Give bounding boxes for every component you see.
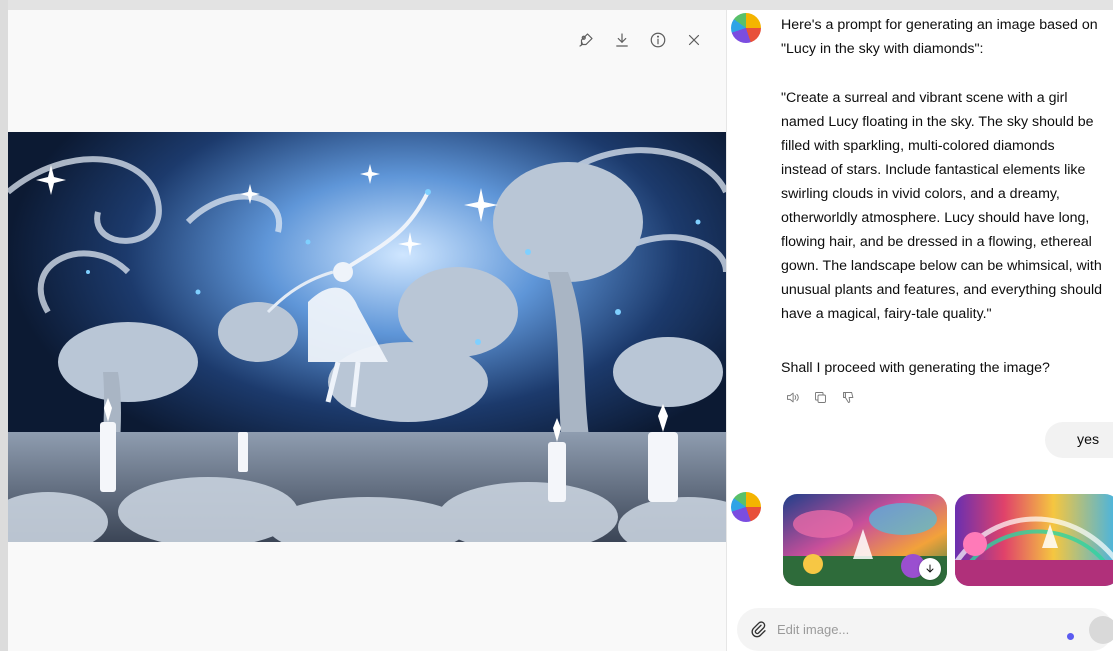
voice-indicator-dot (1067, 633, 1074, 640)
message-line: instead of stars. Include fantastical el… (781, 162, 1086, 178)
message-line: otherworldly atmosphere. Lucy should hav… (781, 210, 1090, 226)
window-top-edge (0, 0, 1113, 10)
close-icon (688, 34, 700, 46)
user-message: yes (1045, 422, 1113, 458)
message-line: swirling clouds in vivid colors, and a d… (781, 186, 1060, 202)
thumbs-down-icon (842, 391, 853, 403)
download-icon (616, 33, 628, 47)
chat-panel: Here's a prompt for generating an image … (727, 10, 1113, 651)
message-actions (783, 388, 857, 406)
copy-icon (814, 391, 826, 403)
assistant-avatar (731, 492, 761, 522)
assistant-avatar (731, 13, 761, 43)
message-line: have a magical, fairy-tale quality." (781, 306, 992, 322)
message-line: "Create a surreal and vibrant scene with… (781, 90, 1068, 106)
thumbs-down-button[interactable] (839, 388, 857, 406)
rainbow-scene-thumbnail (955, 494, 1113, 586)
message-line: "Lucy in the sky with diamonds": (781, 41, 984, 57)
message-line: gown. The landscape below can be whimsic… (781, 258, 1102, 274)
assistant-message-question: Shall I proceed with generating the imag… (781, 360, 1050, 376)
info-icon (650, 32, 666, 48)
edit-image-input[interactable] (777, 618, 1057, 640)
brush-icon (579, 33, 593, 47)
attach-button[interactable] (749, 620, 767, 638)
message-line: flowing hair, and be dressed in a flowin… (781, 234, 1092, 250)
info-button[interactable] (646, 28, 670, 52)
message-line: Here's a prompt for generating an image … (781, 17, 1098, 33)
user-message-text: yes (1077, 432, 1100, 448)
message-line: unusual plants and features, and everyth… (781, 282, 1103, 298)
message-line: filled with sparkling, multi-colored dia… (781, 138, 1055, 154)
read-aloud-button[interactable] (783, 388, 801, 406)
window-left-edge (0, 0, 8, 651)
edit-image-button[interactable] (574, 28, 598, 52)
fantasy-scene-illustration (8, 132, 726, 542)
thumbnail-download-button[interactable] (919, 558, 941, 580)
download-icon (926, 564, 934, 573)
image-viewer (8, 10, 726, 651)
message-line: named Lucy floating in the sky. The sky … (781, 114, 1094, 130)
viewer-toolbar (574, 28, 706, 52)
message-composer (737, 608, 1113, 651)
read-aloud-icon (786, 392, 799, 402)
generated-thumbnail-1[interactable] (783, 494, 947, 586)
paperclip-icon (751, 621, 766, 638)
truncated-message-text (783, 597, 1113, 607)
send-button[interactable] (1089, 616, 1113, 644)
assistant-message-intro: Here's a prompt for generating an image … (781, 13, 1113, 61)
generated-thumbnail-2[interactable] (955, 494, 1113, 586)
assistant-message-prompt: "Create a surreal and vibrant scene with… (781, 86, 1113, 326)
download-button[interactable] (610, 28, 634, 52)
close-button[interactable] (682, 28, 706, 52)
copy-button[interactable] (811, 388, 829, 406)
generated-image[interactable] (8, 132, 726, 542)
